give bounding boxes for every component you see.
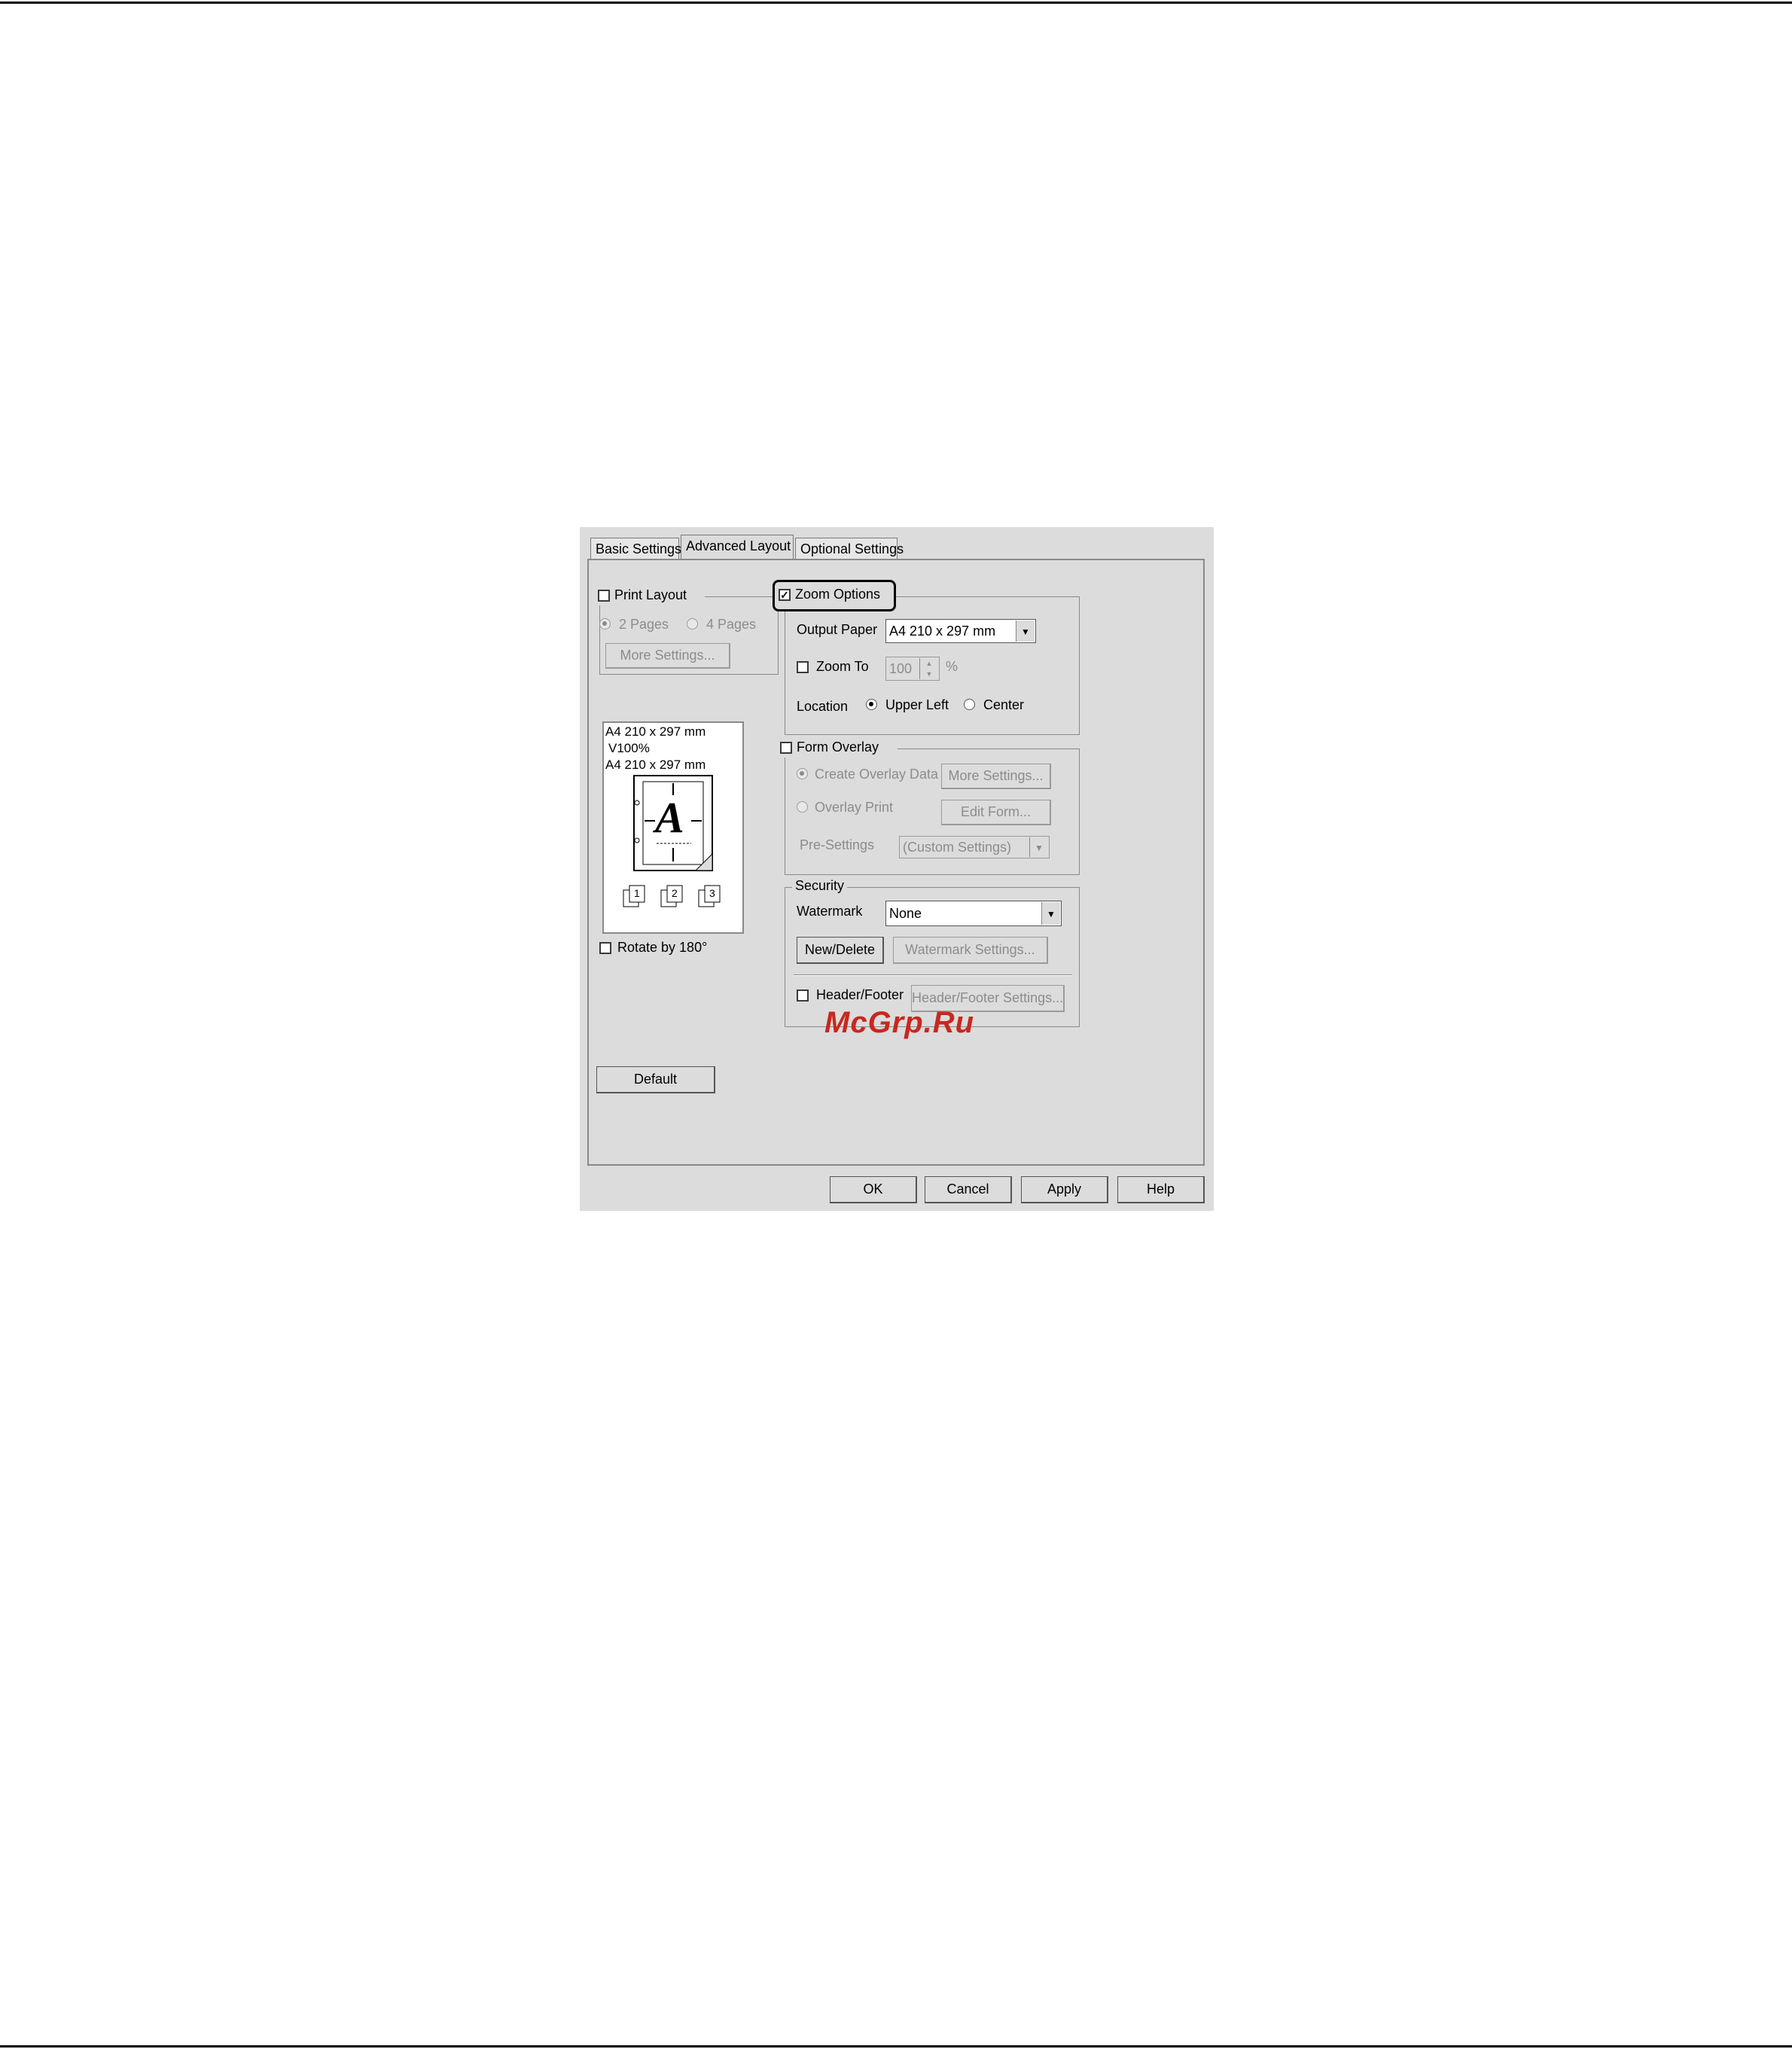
tab-basic-settings[interactable]: Basic Settings: [590, 538, 681, 559]
zoom-options-checkbox[interactable]: ✓: [779, 589, 791, 601]
watermark-settings-button[interactable]: Watermark Settings...: [893, 937, 1048, 964]
ok-button[interactable]: OK: [830, 1176, 917, 1203]
preview-zoom: V100%: [608, 741, 650, 755]
overlay-print-radio[interactable]: [797, 801, 808, 813]
pre-settings-value: (Custom Settings): [903, 840, 1012, 855]
tab-advanced-layout[interactable]: Advanced Layout: [681, 535, 794, 559]
watermark-label: Watermark: [797, 904, 863, 919]
pages-2-label: 2 Pages: [619, 617, 669, 632]
header-footer-label: Header/Footer: [816, 987, 904, 1002]
watermark-select[interactable]: None ▼: [885, 901, 1062, 926]
watermark-value: None: [889, 906, 922, 921]
output-paper-label: Output Paper: [797, 622, 878, 637]
pages-4-radio[interactable]: [687, 618, 698, 630]
preview-letter: A: [655, 793, 684, 842]
output-paper-value: A4 210 x 297 mm: [889, 624, 996, 639]
rotate-180-checkbox[interactable]: [599, 942, 611, 954]
zoom-percent: %: [946, 659, 958, 674]
bottom-rule: [0, 2045, 1792, 2047]
default-button[interactable]: Default: [596, 1066, 715, 1093]
pre-settings-select[interactable]: (Custom Settings) ▼: [899, 836, 1050, 858]
upper-left-radio[interactable]: [866, 699, 877, 710]
pre-settings-label: Pre-Settings: [800, 837, 875, 852]
header-footer-checkbox[interactable]: [797, 989, 809, 1002]
security-divider: [794, 974, 1072, 976]
pages-2-radio[interactable]: [599, 618, 611, 630]
tab-optional-settings[interactable]: Optional Settings: [795, 538, 904, 559]
edit-form-button[interactable]: Edit Form...: [941, 800, 1051, 825]
upper-left-label: Upper Left: [885, 697, 949, 712]
advanced-layout-panel: Print Layout 2 Pages 4 Pages More Settin…: [587, 559, 1205, 1166]
print-layout-checkbox[interactable]: [598, 590, 610, 602]
print-layout-label: Print Layout: [614, 587, 687, 602]
collate-stack-icon: 1 2 3: [620, 883, 733, 913]
security-label: Security: [792, 878, 848, 894]
center-radio[interactable]: [964, 699, 975, 710]
zoom-to-checkbox[interactable]: [797, 661, 809, 673]
create-overlay-radio[interactable]: [797, 768, 808, 779]
stack-number-1: 1: [634, 887, 640, 899]
help-button[interactable]: Help: [1117, 1176, 1205, 1203]
stack-number-3: 3: [709, 887, 715, 899]
location-label: Location: [797, 699, 849, 714]
form-overlay-label: Form Overlay: [797, 739, 879, 755]
chevron-down-icon: ▼: [1041, 902, 1060, 925]
cancel-button[interactable]: Cancel: [925, 1176, 1012, 1203]
zoom-options-label: Zoom Options: [795, 587, 881, 602]
spin-arrows-icon: ▲ ▼: [919, 658, 938, 679]
rotate-180-label: Rotate by 180°: [617, 940, 708, 955]
output-paper-select[interactable]: A4 210 x 297 mm ▼: [885, 619, 1036, 643]
pages-4-label: 4 Pages: [706, 617, 757, 632]
new-delete-button[interactable]: New/Delete: [797, 937, 884, 964]
preview-paper-size: A4 210 x 297 mm: [605, 724, 706, 739]
layout-preview: A4 210 x 297 mm V100% A4 210 x 297 mm A …: [602, 721, 744, 934]
overlay-more-settings-button[interactable]: More Settings...: [941, 764, 1051, 789]
print-layout-more-settings-button[interactable]: More Settings...: [605, 643, 730, 669]
zoom-to-label: Zoom To: [816, 659, 869, 674]
preview-output-size: A4 210 x 297 mm: [605, 758, 706, 772]
chevron-down-icon: ▼: [1016, 620, 1035, 642]
chevron-down-icon: ▼: [1029, 837, 1048, 857]
top-rule: [0, 2, 1792, 4]
center-label: Center: [983, 697, 1025, 712]
zoom-value-input[interactable]: 100 ▲ ▼: [885, 657, 940, 681]
form-overlay-checkbox[interactable]: [780, 742, 792, 754]
overlay-print-label: Overlay Print: [815, 800, 894, 815]
apply-button[interactable]: Apply: [1021, 1176, 1108, 1203]
printer-properties-dialog: Basic Settings Advanced Layout Optional …: [580, 527, 1214, 1211]
zoom-value: 100: [889, 661, 913, 676]
stack-number-2: 2: [672, 887, 678, 899]
site-watermark: McGrp.Ru: [824, 1006, 975, 1039]
create-overlay-label: Create Overlay Data: [815, 767, 939, 782]
